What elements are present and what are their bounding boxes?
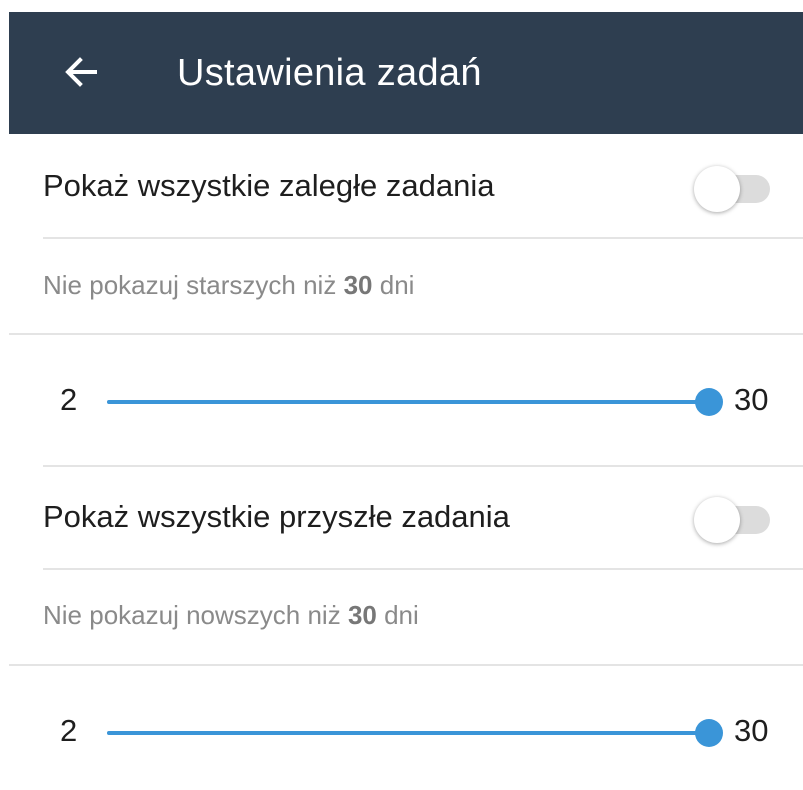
slider-fill <box>107 731 709 735</box>
overdue-days-slider: 2 30 <box>0 372 803 432</box>
app-bar: Ustawienia zadań <box>9 12 803 134</box>
slider-max-label: 30 <box>734 382 769 417</box>
hint-value: 30 <box>343 270 373 300</box>
divider <box>43 465 803 467</box>
show-all-future-label: Pokaż wszystkie przyszłe zadania <box>43 499 510 534</box>
hint-value: 30 <box>347 600 377 630</box>
toggle-thumb <box>694 497 740 543</box>
page-title: Ustawienia zadań <box>177 52 482 94</box>
slider-track[interactable] <box>107 719 723 747</box>
arrow-left-icon <box>65 57 97 87</box>
divider <box>9 333 803 335</box>
show-all-future-toggle[interactable] <box>694 497 776 543</box>
hint-prefix: Nie pokazuj nowszych niż <box>43 600 341 630</box>
slider-track[interactable] <box>107 388 723 416</box>
slider-max-label: 30 <box>734 713 769 748</box>
slider-min-label: 2 <box>60 382 78 417</box>
divider <box>9 664 803 666</box>
back-button[interactable] <box>59 50 103 94</box>
future-limit-hint: Nie pokazuj nowszych niż 30 dni <box>43 600 419 631</box>
show-all-overdue-toggle[interactable] <box>694 166 776 212</box>
slider-thumb[interactable] <box>695 719 723 747</box>
future-days-slider: 2 30 <box>0 703 803 763</box>
divider <box>43 568 803 570</box>
hint-suffix: dni <box>384 600 419 630</box>
slider-fill <box>107 400 709 404</box>
slider-min-label: 2 <box>60 713 78 748</box>
divider <box>43 237 803 239</box>
overdue-limit-hint: Nie pokazuj starszych niż 30 dni <box>43 270 414 301</box>
toggle-thumb <box>694 166 740 212</box>
hint-prefix: Nie pokazuj starszych niż <box>43 270 337 300</box>
show-all-overdue-label: Pokaż wszystkie zaległe zadania <box>43 168 495 203</box>
slider-thumb[interactable] <box>695 388 723 416</box>
hint-suffix: dni <box>379 270 415 300</box>
